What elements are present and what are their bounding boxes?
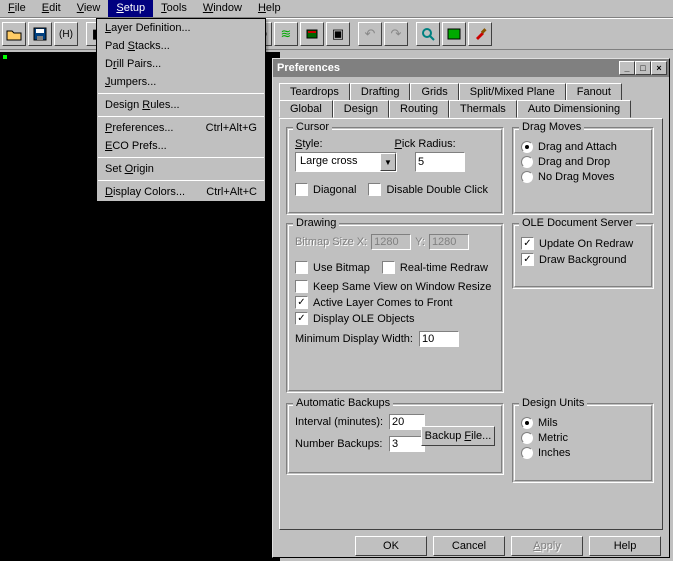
min-width-label: Minimum Display Width:: [295, 333, 413, 345]
redo-icon[interactable]: ↷: [384, 22, 408, 46]
menu-set-origin[interactable]: Set Origin: [97, 160, 265, 178]
backup-file-button[interactable]: Backup File...: [421, 426, 495, 446]
brush-icon[interactable]: [468, 22, 492, 46]
menu-file[interactable]: File: [0, 0, 34, 17]
menu-window[interactable]: Window: [195, 0, 250, 17]
tab-thermals[interactable]: Thermals: [449, 100, 517, 118]
bitmap-y-input: [429, 234, 469, 250]
tab-split-mixed[interactable]: Split/Mixed Plane: [459, 83, 566, 101]
tabs-row-1: Teardrops Drafting Grids Split/Mixed Pla…: [279, 83, 663, 101]
board-icon[interactable]: [442, 22, 466, 46]
use-bitmap-checkbox[interactable]: Use Bitmap: [295, 261, 370, 274]
bitmap-x-label: Bitmap Size X:: [295, 236, 367, 248]
min-width-input[interactable]: [419, 331, 459, 347]
group-drag-title: Drag Moves: [519, 121, 584, 133]
dialog-buttons: OK Cancel Apply Help: [273, 536, 661, 556]
menu-tools[interactable]: Tools: [153, 0, 195, 17]
display-ole-checkbox[interactable]: ✓Display OLE Objects: [295, 312, 495, 325]
radio-drag-attach[interactable]: Drag and Attach: [521, 141, 645, 153]
doc-h-icon[interactable]: (H): [54, 22, 78, 46]
tab-panel-global: Cursor Style: Pick Radius: Large cross ▼…: [279, 118, 663, 530]
tab-drafting[interactable]: Drafting: [350, 83, 411, 101]
tab-auto-dim[interactable]: Auto Dimensioning: [517, 100, 631, 118]
menu-pad-stacks[interactable]: Pad Stacks...: [97, 37, 265, 55]
open-icon[interactable]: [2, 22, 26, 46]
apply-button: Apply: [511, 536, 583, 556]
tab-grids[interactable]: Grids: [410, 83, 458, 101]
diagonal-checkbox[interactable]: Diagonal: [295, 183, 356, 196]
radio-drag-drop[interactable]: Drag and Drop: [521, 156, 645, 168]
pick-radius-input[interactable]: [415, 152, 465, 172]
number-backups-input[interactable]: [389, 436, 425, 452]
chevron-down-icon[interactable]: ▼: [380, 153, 396, 171]
group-units-title: Design Units: [519, 397, 587, 409]
group-ole-title: OLE Document Server: [519, 217, 636, 229]
menu-design-rules[interactable]: Design Rules...: [97, 96, 265, 114]
interval-input[interactable]: [389, 414, 425, 430]
group-units: Design Units Mils Metric Inches: [512, 403, 654, 483]
chip-icon[interactable]: [300, 22, 324, 46]
tab-global[interactable]: Global: [279, 100, 333, 118]
menu-setup[interactable]: Setup: [108, 0, 153, 17]
status-led-icon: [3, 55, 7, 59]
bitmap-y-label: Y:: [415, 236, 425, 248]
tab-fanout[interactable]: Fanout: [566, 83, 622, 101]
menu-layer-definition[interactable]: Layer Definition...: [97, 19, 265, 37]
menu-eco-prefs[interactable]: ECO Prefs...: [97, 137, 265, 155]
group-drag-moves: Drag Moves Drag and Attach Drag and Drop…: [512, 127, 654, 215]
active-layer-checkbox[interactable]: ✓Active Layer Comes to Front: [295, 296, 495, 309]
minimize-icon[interactable]: _: [619, 61, 635, 75]
maximize-icon[interactable]: □: [635, 61, 651, 75]
realtime-redraw-checkbox[interactable]: Real-time Redraw: [382, 261, 488, 274]
tab-design[interactable]: Design: [333, 100, 389, 118]
setup-menu-dropdown: Layer Definition... Pad Stacks... Drill …: [96, 18, 266, 202]
group-drawing-title: Drawing: [293, 217, 339, 229]
style-label: Style:: [295, 138, 323, 150]
wave-icon[interactable]: ≋: [274, 22, 298, 46]
group-ole: OLE Document Server ✓Update On Redraw ✓D…: [512, 223, 654, 289]
pick-radius-label: Pick Radius:: [395, 138, 456, 150]
menu-help[interactable]: Help: [250, 0, 289, 17]
save-icon[interactable]: [28, 22, 52, 46]
radio-mils[interactable]: Mils: [521, 417, 645, 429]
preferences-dialog: Preferences _ □ × Teardrops Drafting Gri…: [272, 58, 670, 558]
tab-teardrops[interactable]: Teardrops: [279, 83, 350, 101]
dialog-title: Preferences: [277, 62, 619, 74]
radio-no-drag[interactable]: No Drag Moves: [521, 171, 645, 183]
keep-view-checkbox[interactable]: Keep Same View on Window Resize: [295, 280, 495, 293]
draw-bg-checkbox[interactable]: ✓Draw Background: [521, 253, 645, 266]
zoom-icon[interactable]: [416, 22, 440, 46]
group-icon[interactable]: ▣: [326, 22, 350, 46]
cancel-button[interactable]: Cancel: [433, 536, 505, 556]
tabs-row-2: Global Design Routing Thermals Auto Dime…: [279, 100, 663, 118]
undo-icon[interactable]: ↶: [358, 22, 382, 46]
interval-label: Interval (minutes):: [295, 416, 385, 428]
group-backups-title: Automatic Backups: [293, 397, 393, 409]
disable-dblclick-checkbox[interactable]: Disable Double Click: [368, 183, 488, 196]
close-icon[interactable]: ×: [651, 61, 667, 75]
radio-metric[interactable]: Metric: [521, 432, 645, 444]
update-redraw-checkbox[interactable]: ✓Update On Redraw: [521, 237, 645, 250]
group-drawing: Drawing Bitmap Size X: Y: Use Bitmap Rea…: [286, 223, 504, 393]
bitmap-x-input: [371, 234, 411, 250]
help-button[interactable]: Help: [589, 536, 661, 556]
menu-edit[interactable]: Edit: [34, 0, 69, 17]
dialog-titlebar[interactable]: Preferences _ □ ×: [273, 59, 669, 77]
group-cursor-title: Cursor: [293, 121, 332, 133]
menu-drill-pairs[interactable]: Drill Pairs...: [97, 55, 265, 73]
number-backups-label: Number Backups:: [295, 438, 385, 450]
menu-display-colors[interactable]: Display Colors...Ctrl+Alt+C: [97, 183, 265, 201]
style-combo[interactable]: Large cross ▼: [295, 152, 397, 172]
ok-button[interactable]: OK: [355, 536, 427, 556]
menu-jumpers[interactable]: Jumpers...: [97, 73, 265, 91]
group-backups: Automatic Backups Interval (minutes): Ba…: [286, 403, 504, 475]
tab-routing[interactable]: Routing: [389, 100, 449, 118]
group-cursor: Cursor Style: Pick Radius: Large cross ▼…: [286, 127, 504, 215]
radio-inches[interactable]: Inches: [521, 447, 645, 459]
menu-preferences[interactable]: Preferences...Ctrl+Alt+G: [97, 119, 265, 137]
menubar: File Edit View Setup Tools Window Help: [0, 0, 673, 18]
menu-view[interactable]: View: [69, 0, 109, 17]
